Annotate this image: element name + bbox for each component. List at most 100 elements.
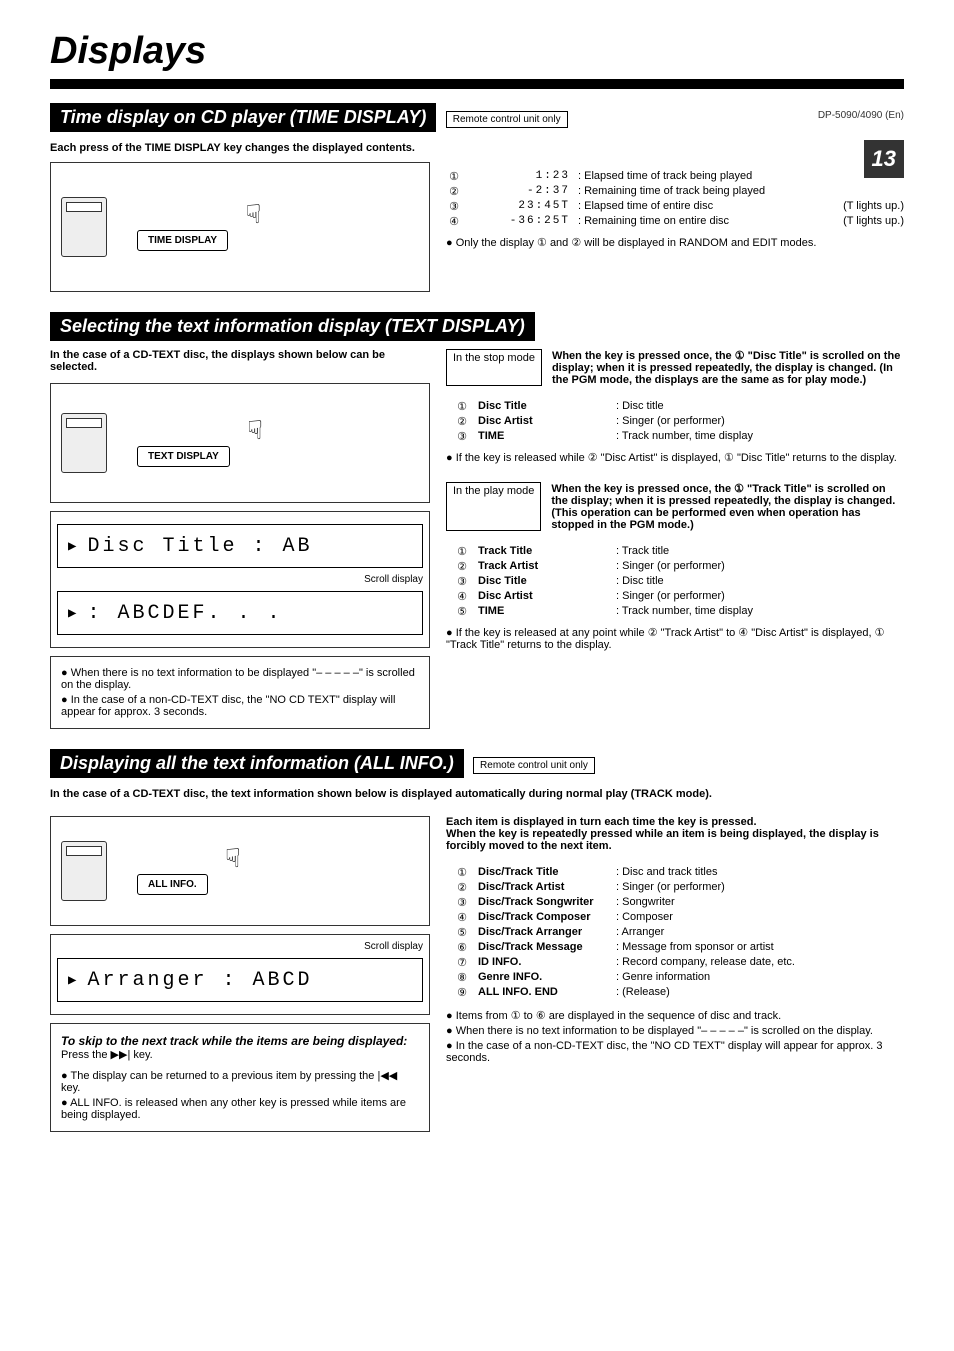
item-label: ALL INFO. END bbox=[478, 986, 608, 999]
item-desc: : Arranger bbox=[616, 926, 664, 939]
item-num: ② bbox=[454, 881, 470, 894]
stop-mode-note: If the key is released while ② "Disc Art… bbox=[446, 451, 904, 464]
item-num: ⑤ bbox=[454, 605, 470, 618]
list-item: ③Disc Title: Disc title bbox=[454, 575, 904, 588]
section-3-right-intro-1: Each item is displayed in turn each time… bbox=[446, 816, 904, 828]
list-item: ② Disc Artist : Singer (or performer) bbox=[454, 415, 904, 428]
list-item: ⑧ Genre INFO. : Genre information bbox=[454, 971, 904, 984]
item-num: ⑤ bbox=[454, 926, 470, 939]
lcd-display-3: Arranger : ABCD bbox=[57, 958, 423, 1002]
remote-icon bbox=[61, 413, 107, 473]
item-num: ⑧ bbox=[454, 971, 470, 984]
item-label: Disc/Track Songwriter bbox=[478, 896, 608, 909]
list-item: ③ Disc/Track Songwriter : Songwriter bbox=[454, 896, 904, 909]
main-title: Displays bbox=[50, 30, 904, 73]
section-1-note: Only the display ① and ② will be display… bbox=[446, 236, 904, 249]
item-desc: : Singer (or performer) bbox=[616, 560, 725, 573]
play-mode-text: When the key is pressed once, the ① "Tra… bbox=[551, 482, 904, 531]
list-item: ⑤ TIME : Track number, time display bbox=[454, 605, 904, 618]
list-item: ⑤ Disc/Track Arranger : Arranger bbox=[454, 926, 904, 939]
scroll-display-label: Scroll display bbox=[57, 574, 423, 585]
item-num: ③ bbox=[454, 575, 470, 588]
item-label: Disc Artist bbox=[478, 590, 608, 603]
item-desc: : Remaining time of track being played bbox=[578, 185, 896, 198]
hand-icon bbox=[233, 419, 293, 459]
item-num: ⑥ bbox=[454, 941, 470, 954]
time-display-button[interactable]: TIME DISPLAY bbox=[137, 230, 228, 251]
item-num: ② bbox=[446, 185, 462, 198]
item-desc: : Disc and track titles bbox=[616, 866, 717, 879]
list-item: ⑨ALL INFO. END: (Release) bbox=[454, 986, 904, 999]
item-desc: : Elapsed time of entire disc bbox=[578, 200, 835, 213]
stop-mode-text: When the key is pressed once, the ① "Dis… bbox=[552, 349, 904, 386]
page-number: 13 bbox=[864, 140, 904, 178]
list-item: ④Disc Artist: Singer (or performer) bbox=[454, 590, 904, 603]
item-desc: : Track number, time display bbox=[616, 430, 753, 443]
list-item: ④Disc/Track Composer: Composer bbox=[454, 911, 904, 924]
list-item: ①Disc Title: Disc title bbox=[454, 400, 904, 413]
section-3-intro: In the case of a CD-TEXT disc, the text … bbox=[50, 788, 904, 800]
item-desc: : Record company, release date, etc. bbox=[616, 956, 795, 969]
item-desc: : Message from sponsor or artist bbox=[616, 941, 774, 954]
item-num: ② bbox=[454, 415, 470, 428]
item-label: Genre INFO. bbox=[478, 971, 608, 984]
list-item: ②Track Artist: Singer (or performer) bbox=[454, 560, 904, 573]
item-num: ③ bbox=[446, 200, 462, 213]
item-num: ① bbox=[446, 170, 462, 183]
item-num: ③ bbox=[454, 896, 470, 909]
hand-icon bbox=[231, 203, 291, 243]
section-3-note-1: The display can be returned to a previou… bbox=[61, 1069, 419, 1094]
item-desc: : Singer (or performer) bbox=[616, 881, 725, 894]
item-num: ① bbox=[454, 400, 470, 413]
item-time: 1:23 bbox=[470, 170, 570, 183]
item-desc: : Track title bbox=[616, 545, 669, 558]
item-label: Disc Artist bbox=[478, 415, 608, 428]
section-3-heading: Displaying all the text information (ALL… bbox=[50, 749, 464, 778]
scroll-display-label: Scroll display bbox=[57, 941, 423, 952]
item-label: Disc/Track Message bbox=[478, 941, 608, 954]
item-label: Disc/Track Title bbox=[478, 866, 608, 879]
item-label: Disc Title bbox=[478, 400, 608, 413]
list-item: ③TIME: Track number, time display bbox=[454, 430, 904, 443]
section-2-heading: Selecting the text information display (… bbox=[50, 312, 535, 341]
list-item: ⑦ID INFO.: Record company, release date,… bbox=[454, 956, 904, 969]
item-desc: : Singer (or performer) bbox=[616, 415, 725, 428]
item-extra: (T lights up.) bbox=[843, 215, 904, 228]
item-desc: : Elapsed time of track being played bbox=[578, 170, 896, 183]
list-item: ⑥ Disc/Track Message : Message from sponso… bbox=[454, 941, 904, 954]
item-desc: : Songwriter bbox=[616, 896, 675, 909]
text-display-button[interactable]: TEXT DISPLAY bbox=[137, 446, 230, 467]
section-1-heading: Time display on CD player (TIME DISPLAY) bbox=[50, 103, 436, 132]
item-desc: : Track number, time display bbox=[616, 605, 753, 618]
item-label: Disc/Track Composer bbox=[478, 911, 608, 924]
hand-icon bbox=[211, 847, 271, 887]
item-label: Disc/Track Arranger bbox=[478, 926, 608, 939]
list-item: ③23:45T: Elapsed time of entire disc(T l… bbox=[446, 200, 904, 213]
item-label: TIME bbox=[478, 605, 608, 618]
section-2-note-1: When there is no text information to be … bbox=[61, 667, 419, 691]
skip-tip-title: To skip to the next track while the item… bbox=[61, 1034, 419, 1048]
model-number: DP-5090/4090 (En) bbox=[818, 110, 904, 121]
item-time: 23:45T bbox=[470, 200, 570, 213]
play-mode-box: In the play mode bbox=[446, 482, 541, 531]
section-3-right-intro-2: When the key is repeatedly pressed while… bbox=[446, 828, 904, 852]
list-item: ② -2:37 : Remaining time of track being pl… bbox=[446, 185, 904, 198]
item-label: ID INFO. bbox=[478, 956, 608, 969]
all-info-button[interactable]: ALL INFO. bbox=[137, 874, 208, 895]
list-item: ②Disc/Track Artist: Singer (or performer… bbox=[454, 881, 904, 894]
skip-tip-text: Press the ▶▶| key. bbox=[61, 1048, 419, 1061]
item-desc: : Genre information bbox=[616, 971, 710, 984]
section-2-note-2: In the case of a non-CD-TEXT disc, the "… bbox=[61, 694, 419, 718]
list-item: ① 1:23 : Elapsed time of track being playe… bbox=[446, 170, 904, 183]
section-2-intro: In the case of a CD-TEXT disc, the displ… bbox=[50, 349, 430, 373]
item-num: ④ bbox=[454, 911, 470, 924]
item-num: ① bbox=[454, 866, 470, 879]
stop-mode-box: In the stop mode bbox=[446, 349, 542, 386]
remote-icon bbox=[61, 197, 107, 257]
section-3-rnote-2: When there is no text information to be … bbox=[446, 1025, 904, 1037]
item-num: ③ bbox=[454, 430, 470, 443]
item-desc: : (Release) bbox=[616, 986, 670, 999]
section-3-rnote-1: Items from ① to ⑥ are displayed in the s… bbox=[446, 1009, 904, 1022]
item-label: Track Artist bbox=[478, 560, 608, 573]
item-time: -2:37 bbox=[470, 185, 570, 198]
